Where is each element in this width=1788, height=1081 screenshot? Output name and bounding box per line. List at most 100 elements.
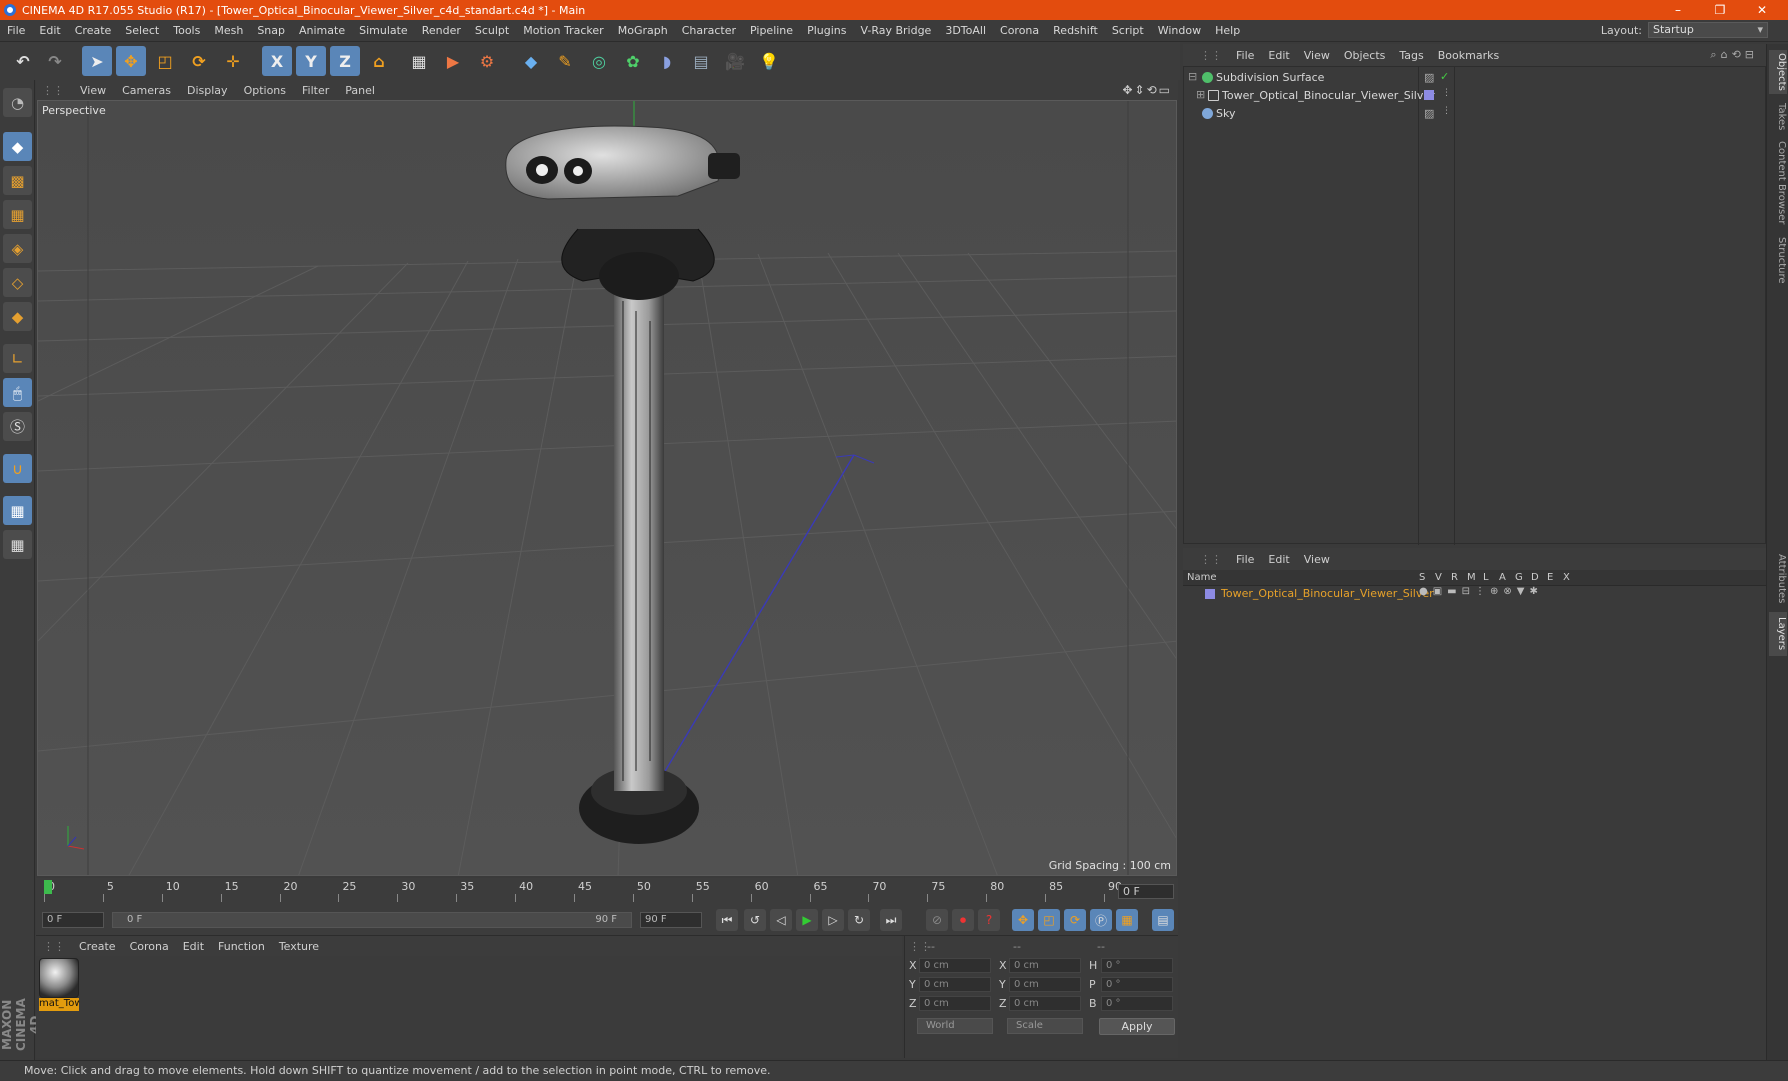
- add-move-icon[interactable]: ✛: [218, 46, 248, 76]
- render-settings-icon[interactable]: ⚙: [472, 46, 502, 76]
- key-parameter-icon[interactable]: Ⓟ: [1090, 909, 1112, 931]
- key-scale-icon[interactable]: ◰: [1038, 909, 1060, 931]
- material-menu-corona[interactable]: Corona: [123, 940, 176, 953]
- goto-end-icon[interactable]: ⏭: [880, 909, 902, 931]
- menu-file[interactable]: File: [0, 24, 32, 37]
- object-menu-objects[interactable]: Objects: [1337, 49, 1393, 62]
- snap-icon[interactable]: Ⓢ: [3, 412, 32, 441]
- floor-icon[interactable]: ▤: [686, 46, 716, 76]
- move-icon[interactable]: ✥: [116, 46, 146, 76]
- perspective-viewport[interactable]: Perspective Grid Spacing : 100 cm: [37, 100, 1177, 876]
- material-name-label[interactable]: mat_Tow: [39, 998, 79, 1011]
- texture-mode-icon[interactable]: ▩: [3, 166, 32, 195]
- coord-system-dropdown[interactable]: World: [917, 1018, 993, 1034]
- scale-icon[interactable]: ◰: [150, 46, 180, 76]
- x-axis-icon[interactable]: X: [262, 46, 292, 76]
- object-search-icons[interactable]: ⌕⌂⟲⊟: [1710, 48, 1758, 62]
- rotation-b-field[interactable]: 0 °: [1101, 996, 1173, 1011]
- visibility-dots-icon[interactable]: ⋮: [1442, 88, 1451, 98]
- timeline-ruler[interactable]: 051015202530354045505560657075808590 0 F: [36, 878, 1178, 904]
- object-menu-bookmarks[interactable]: Bookmarks: [1431, 49, 1506, 62]
- tab-takes[interactable]: Takes: [1769, 100, 1787, 134]
- tab-objects[interactable]: Objects: [1769, 50, 1787, 94]
- close-button[interactable]: ✕: [1742, 0, 1782, 20]
- key-rotation-icon[interactable]: ⟳: [1064, 909, 1086, 931]
- menu-animate[interactable]: Animate: [292, 24, 352, 37]
- menu-pipeline[interactable]: Pipeline: [743, 24, 800, 37]
- menu-corona[interactable]: Corona: [993, 24, 1046, 37]
- layer-col-r[interactable]: R: [1451, 572, 1458, 583]
- size-z-field[interactable]: 0 cm: [1009, 996, 1081, 1011]
- y-axis-icon[interactable]: Y: [296, 46, 326, 76]
- material-menu-edit[interactable]: Edit: [176, 940, 211, 953]
- layer-tag-icon[interactable]: ▨: [1424, 71, 1434, 84]
- menu-motion-tracker[interactable]: Motion Tracker: [516, 24, 610, 37]
- minimize-button[interactable]: –: [1658, 0, 1698, 20]
- workplane-lock-icon[interactable]: ▦: [3, 496, 32, 525]
- object-row-sky[interactable]: Sky ▨ ⋮: [1184, 105, 1767, 123]
- cloner-icon[interactable]: ✿: [618, 46, 648, 76]
- viewport-menu-options[interactable]: Options: [236, 84, 294, 97]
- apply-button[interactable]: Apply: [1099, 1018, 1175, 1035]
- menu-mesh[interactable]: Mesh: [207, 24, 250, 37]
- layer-col-v[interactable]: V: [1435, 572, 1442, 583]
- layer-col-m[interactable]: M: [1467, 572, 1476, 583]
- axis-mode-icon[interactable]: ∟: [3, 344, 32, 373]
- grid-snap-icon[interactable]: ▦: [3, 530, 32, 559]
- menu-vray-bridge[interactable]: V-Ray Bridge: [853, 24, 938, 37]
- prev-key-icon[interactable]: ↺: [744, 909, 766, 931]
- tab-content-browser[interactable]: Content Browser: [1769, 138, 1787, 228]
- menu-sculpt[interactable]: Sculpt: [468, 24, 516, 37]
- object-menu-file[interactable]: File: [1229, 49, 1261, 62]
- layer-col-l[interactable]: L: [1483, 572, 1489, 583]
- menu-simulate[interactable]: Simulate: [352, 24, 415, 37]
- tab-structure[interactable]: Structure: [1769, 232, 1787, 288]
- menu-help[interactable]: Help: [1208, 24, 1247, 37]
- playhead[interactable]: [44, 880, 52, 894]
- key-position-icon[interactable]: ✥: [1012, 909, 1034, 931]
- menu-create[interactable]: Create: [68, 24, 119, 37]
- prev-frame-icon[interactable]: ◁: [770, 909, 792, 931]
- z-axis-icon[interactable]: Z: [330, 46, 360, 76]
- subdivision-icon[interactable]: ◎: [584, 46, 614, 76]
- render-view-icon[interactable]: ▦: [404, 46, 434, 76]
- start-frame-field[interactable]: 0 F: [42, 912, 104, 928]
- layer-row[interactable]: Tower_Optical_Binocular_Viewer_Silver ●▣…: [1183, 586, 1766, 602]
- goto-start-icon[interactable]: ⏮: [716, 909, 738, 931]
- position-z-field[interactable]: 0 cm: [919, 996, 991, 1011]
- tab-layers[interactable]: Layers: [1769, 612, 1787, 656]
- viewport-menu-display[interactable]: Display: [179, 84, 236, 97]
- size-mode-dropdown[interactable]: Scale: [1007, 1018, 1083, 1034]
- record-keys-icon[interactable]: ⏺: [952, 909, 974, 931]
- layer-col-s[interactable]: S: [1419, 572, 1425, 583]
- layer-flag-icons[interactable]: ●▣▬⊟⋮⊕⊗▼✱: [1419, 586, 1543, 597]
- undo-icon[interactable]: ↶: [8, 46, 38, 76]
- layer-name[interactable]: Tower_Optical_Binocular_Viewer_Silver: [1221, 587, 1434, 600]
- coord-system-icon[interactable]: ⌂: [364, 46, 394, 76]
- enabled-check-icon[interactable]: ✓: [1440, 70, 1449, 83]
- pen-icon[interactable]: ✎: [550, 46, 580, 76]
- expand-icon[interactable]: ⊞: [1196, 88, 1205, 101]
- menu-plugins[interactable]: Plugins: [800, 24, 853, 37]
- make-editable-icon[interactable]: ◔: [3, 88, 32, 117]
- next-key-icon[interactable]: ↻: [848, 909, 870, 931]
- material-thumbnail[interactable]: [39, 958, 79, 998]
- object-row-tower[interactable]: ⊞ Tower_Optical_Binocular_Viewer_Silver …: [1184, 87, 1767, 105]
- menu-3dtoall[interactable]: 3DToAll: [938, 24, 993, 37]
- layout-dropdown[interactable]: Startup: [1648, 22, 1768, 38]
- end-frame-field[interactable]: 90 F: [640, 912, 702, 928]
- magnet-icon[interactable]: ∪: [3, 454, 32, 483]
- menu-render[interactable]: Render: [415, 24, 468, 37]
- layer-col-d[interactable]: D: [1531, 572, 1539, 583]
- menu-redshift[interactable]: Redshift: [1046, 24, 1105, 37]
- layer-col-g[interactable]: G: [1515, 572, 1523, 583]
- maximize-button[interactable]: ❐: [1700, 0, 1740, 20]
- polygon-mode-icon[interactable]: ◆: [3, 302, 32, 331]
- collapse-icon[interactable]: ⊟: [1188, 70, 1197, 83]
- point-mode-icon[interactable]: ◈: [3, 234, 32, 263]
- size-x-field[interactable]: 0 cm: [1009, 958, 1081, 973]
- deformer-icon[interactable]: ◗: [652, 46, 682, 76]
- select-arrow-icon[interactable]: ➤: [82, 46, 112, 76]
- viewport-nav-icons[interactable]: ✥⇕⟲▭: [1122, 83, 1172, 97]
- layer-col-name[interactable]: Name: [1187, 572, 1217, 583]
